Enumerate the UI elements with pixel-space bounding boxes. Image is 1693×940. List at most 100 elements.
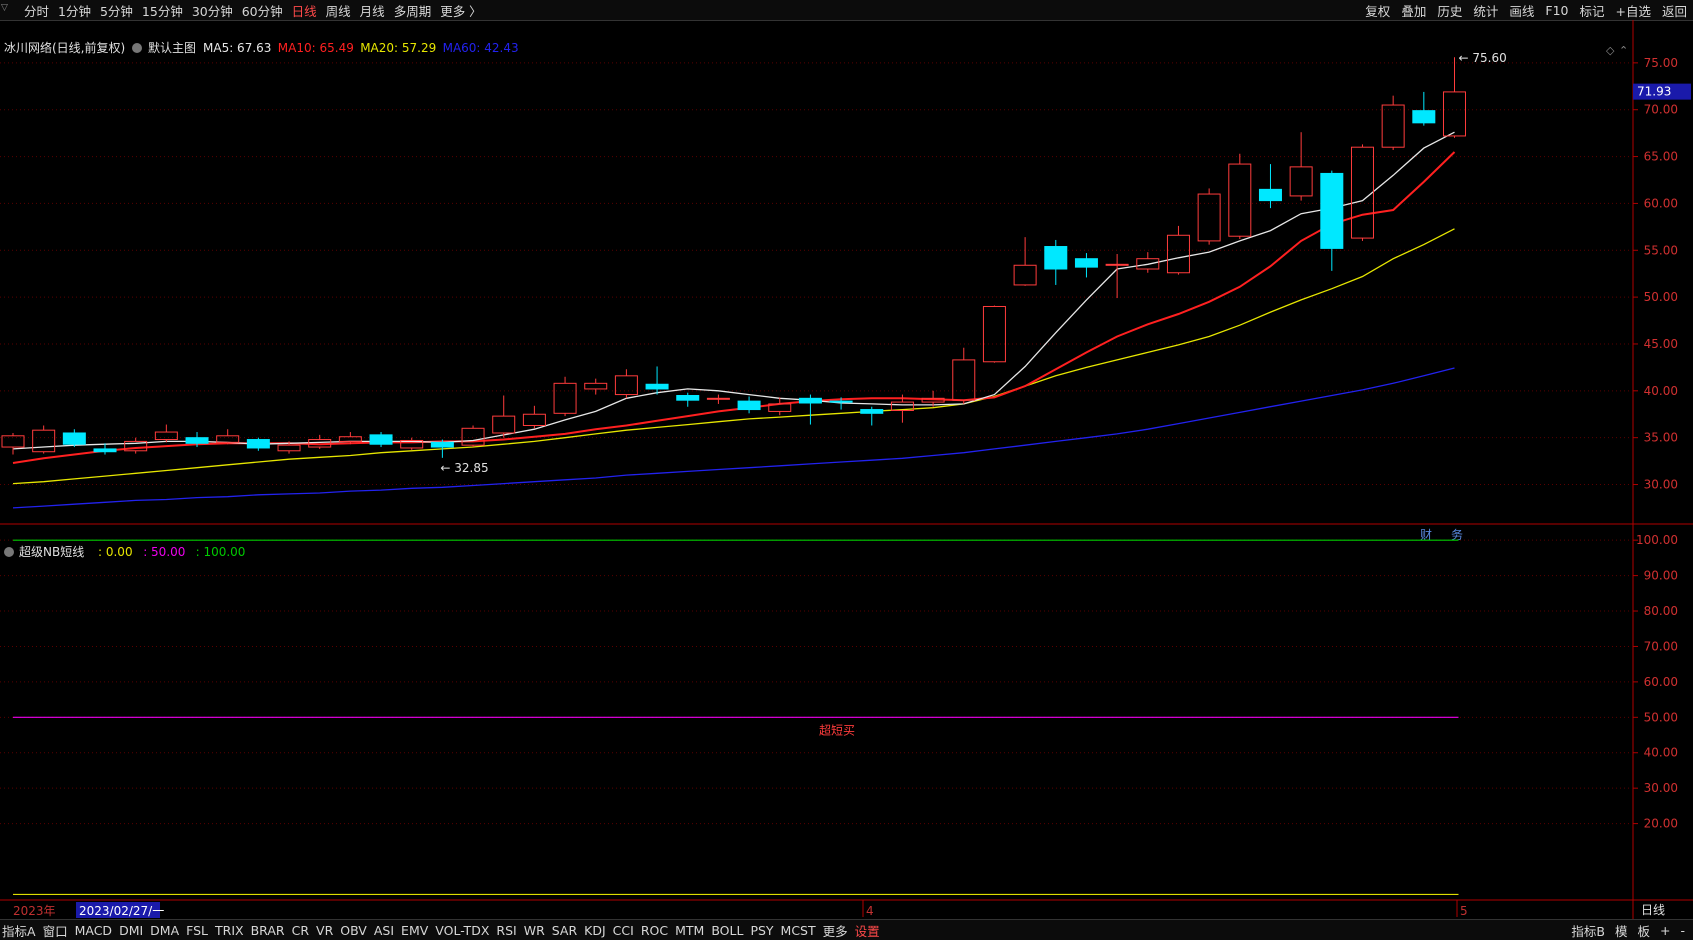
indicator-tab-8[interactable]: CR	[292, 923, 309, 938]
indicator-tab-25[interactable]: 设置	[855, 921, 880, 940]
period-label: 日线	[1641, 903, 1665, 917]
indicator-tab-3[interactable]: DMI	[119, 923, 143, 938]
bottom-button-3[interactable]: +	[1660, 923, 1670, 938]
main-y-tick-label: 35.00	[1644, 431, 1678, 445]
candle	[952, 347, 976, 404]
main-y-tick-label: 65.00	[1644, 150, 1678, 164]
top-right-buttons: 复权 叠加 历史 统计 画线 F10 标记 +自选 返回	[1354, 0, 1687, 20]
indicator-tab-23[interactable]: MCST	[781, 923, 816, 938]
indicator-tabs: 指标A 窗口 MACD DMI DMA FSL TRIX BRAR CR VR OBV ASI EMV V…	[2, 920, 887, 940]
bottom-button-2[interactable]: 板	[1637, 921, 1650, 940]
candle-body	[93, 448, 117, 453]
ind-y-tick-label: 60.00	[1644, 675, 1678, 689]
candle-body	[860, 409, 884, 414]
toolbar-button-8[interactable]: 返回	[1662, 1, 1687, 20]
indicator-tab-21[interactable]: BOLL	[711, 923, 743, 938]
candle-body	[369, 434, 393, 445]
period-tab-8[interactable]: 月线	[360, 1, 385, 20]
indicator-tab-11[interactable]: ASI	[374, 923, 394, 938]
ma5-line	[12, 131, 1455, 450]
indicator-tab-19[interactable]: ROC	[641, 923, 668, 938]
cursor-date-label: 2023/02/27/一	[79, 904, 164, 918]
period-tab-5[interactable]: 60分钟	[242, 1, 283, 20]
candle	[461, 425, 485, 448]
candle	[216, 429, 240, 445]
indicator-tab-15[interactable]: WR	[524, 923, 545, 938]
candle	[1228, 153, 1252, 240]
candle	[1412, 91, 1436, 126]
ma10-line	[12, 151, 1456, 464]
toolbar-button-2[interactable]: 历史	[1437, 1, 1462, 20]
month-label-4: 4	[866, 904, 874, 918]
indicator-tab-9[interactable]: VR	[316, 923, 333, 938]
period-tab-7[interactable]: 周线	[326, 1, 351, 20]
period-tab-3[interactable]: 15分钟	[142, 1, 183, 20]
period-tab-10[interactable]: 更多 〉	[440, 1, 481, 20]
indicator-tab-5[interactable]: FSL	[186, 923, 208, 938]
candle-body	[1105, 263, 1129, 266]
indicator-legend-value-0: : 0.00	[98, 545, 133, 559]
main-y-tick-label: 50.00	[1644, 290, 1678, 304]
bottom-button-0[interactable]: 指标B	[1571, 921, 1605, 940]
indicator-tab-0[interactable]: 指标A	[2, 921, 36, 940]
indicator-tab-7[interactable]: BRAR	[251, 923, 285, 938]
candle-body	[1044, 246, 1068, 270]
candle-body	[522, 413, 546, 426]
toolbar-button-7[interactable]: +自选	[1616, 1, 1651, 20]
candle	[706, 394, 730, 404]
year-label: 2023年	[13, 904, 56, 918]
indicator-tab-4[interactable]: DMA	[150, 923, 179, 938]
candle-body	[430, 441, 454, 448]
candle	[676, 392, 700, 407]
ind-y-tick-label: 90.00	[1644, 569, 1678, 583]
ma-legend-ma20: MA20: 57.29	[360, 41, 436, 55]
indicator-tab-20[interactable]: MTM	[675, 923, 704, 938]
indicator-tab-10[interactable]: OBV	[340, 923, 367, 938]
main-settings-icon	[132, 43, 142, 53]
period-tab-4[interactable]: 30分钟	[192, 1, 233, 20]
indicator-tab-18[interactable]: CCI	[613, 923, 634, 938]
indicator-tab-17[interactable]: KDJ	[584, 923, 606, 938]
indicator-tab-6[interactable]: TRIX	[215, 923, 244, 938]
period-tab-6[interactable]: 日线	[292, 1, 317, 20]
candle-body	[216, 435, 240, 443]
indicator-tab-12[interactable]: EMV	[401, 923, 428, 938]
indicator-tab-2[interactable]: MACD	[75, 923, 112, 938]
menu-corner-icon[interactable]: ▽	[1, 3, 8, 13]
bottom-button-1[interactable]: 模	[1615, 921, 1628, 940]
period-tab-1[interactable]: 1分钟	[58, 1, 91, 20]
period-tab-2[interactable]: 5分钟	[100, 1, 133, 20]
candle-body	[1197, 193, 1221, 242]
candle-body	[1166, 234, 1190, 274]
candle-body	[798, 397, 822, 404]
main-y-tick-label: 55.00	[1644, 243, 1678, 257]
indicator-title: 超级NB短线	[19, 544, 84, 559]
toolbar-button-1[interactable]: 叠加	[1401, 1, 1426, 20]
toolbar-button-6[interactable]: 标记	[1579, 1, 1604, 20]
indicator-tab-22[interactable]: PSY	[750, 923, 773, 938]
indicator-settings-icon	[4, 547, 14, 557]
bottom-button-4[interactable]: -	[1680, 923, 1685, 938]
top-toolbar: ▽ 分时 1分钟 5分钟 15分钟 30分钟 60分钟 日线 周线 月线 多周期 更多 〉 复权 叠加…	[0, 0, 1693, 21]
candle	[798, 394, 822, 425]
main-indicator-name: 默认主图	[148, 40, 196, 55]
chevron-up-icon: ⌃	[1619, 44, 1628, 57]
candle	[1350, 144, 1374, 241]
toolbar-button-3[interactable]: 统计	[1473, 1, 1498, 20]
indicator-tab-13[interactable]: VOL-TDX	[435, 923, 489, 938]
indicator-tab-24[interactable]: 更多	[823, 921, 848, 940]
indicator-legend-value-1: : 50.00	[143, 545, 185, 559]
indicator-tab-14[interactable]: RSI	[496, 923, 516, 938]
period-tab-9[interactable]: 多周期	[394, 1, 432, 20]
candle	[246, 437, 270, 451]
toolbar-button-4[interactable]: 画线	[1509, 1, 1534, 20]
period-tab-0[interactable]: 分时	[24, 1, 49, 20]
bottom-toolbar: 指标A 窗口 MACD DMI DMA FSL TRIX BRAR CR VR OBV ASI EMV V…	[0, 919, 1693, 940]
ind-y-tick-label: 50.00	[1644, 710, 1678, 724]
indicator-tab-1[interactable]: 窗口	[43, 921, 68, 940]
candle-body	[553, 382, 577, 414]
candle-body	[1258, 188, 1282, 202]
toolbar-button-0[interactable]: 复权	[1365, 1, 1390, 20]
toolbar-button-5[interactable]: F10	[1545, 3, 1568, 18]
indicator-tab-16[interactable]: SAR	[552, 923, 577, 938]
